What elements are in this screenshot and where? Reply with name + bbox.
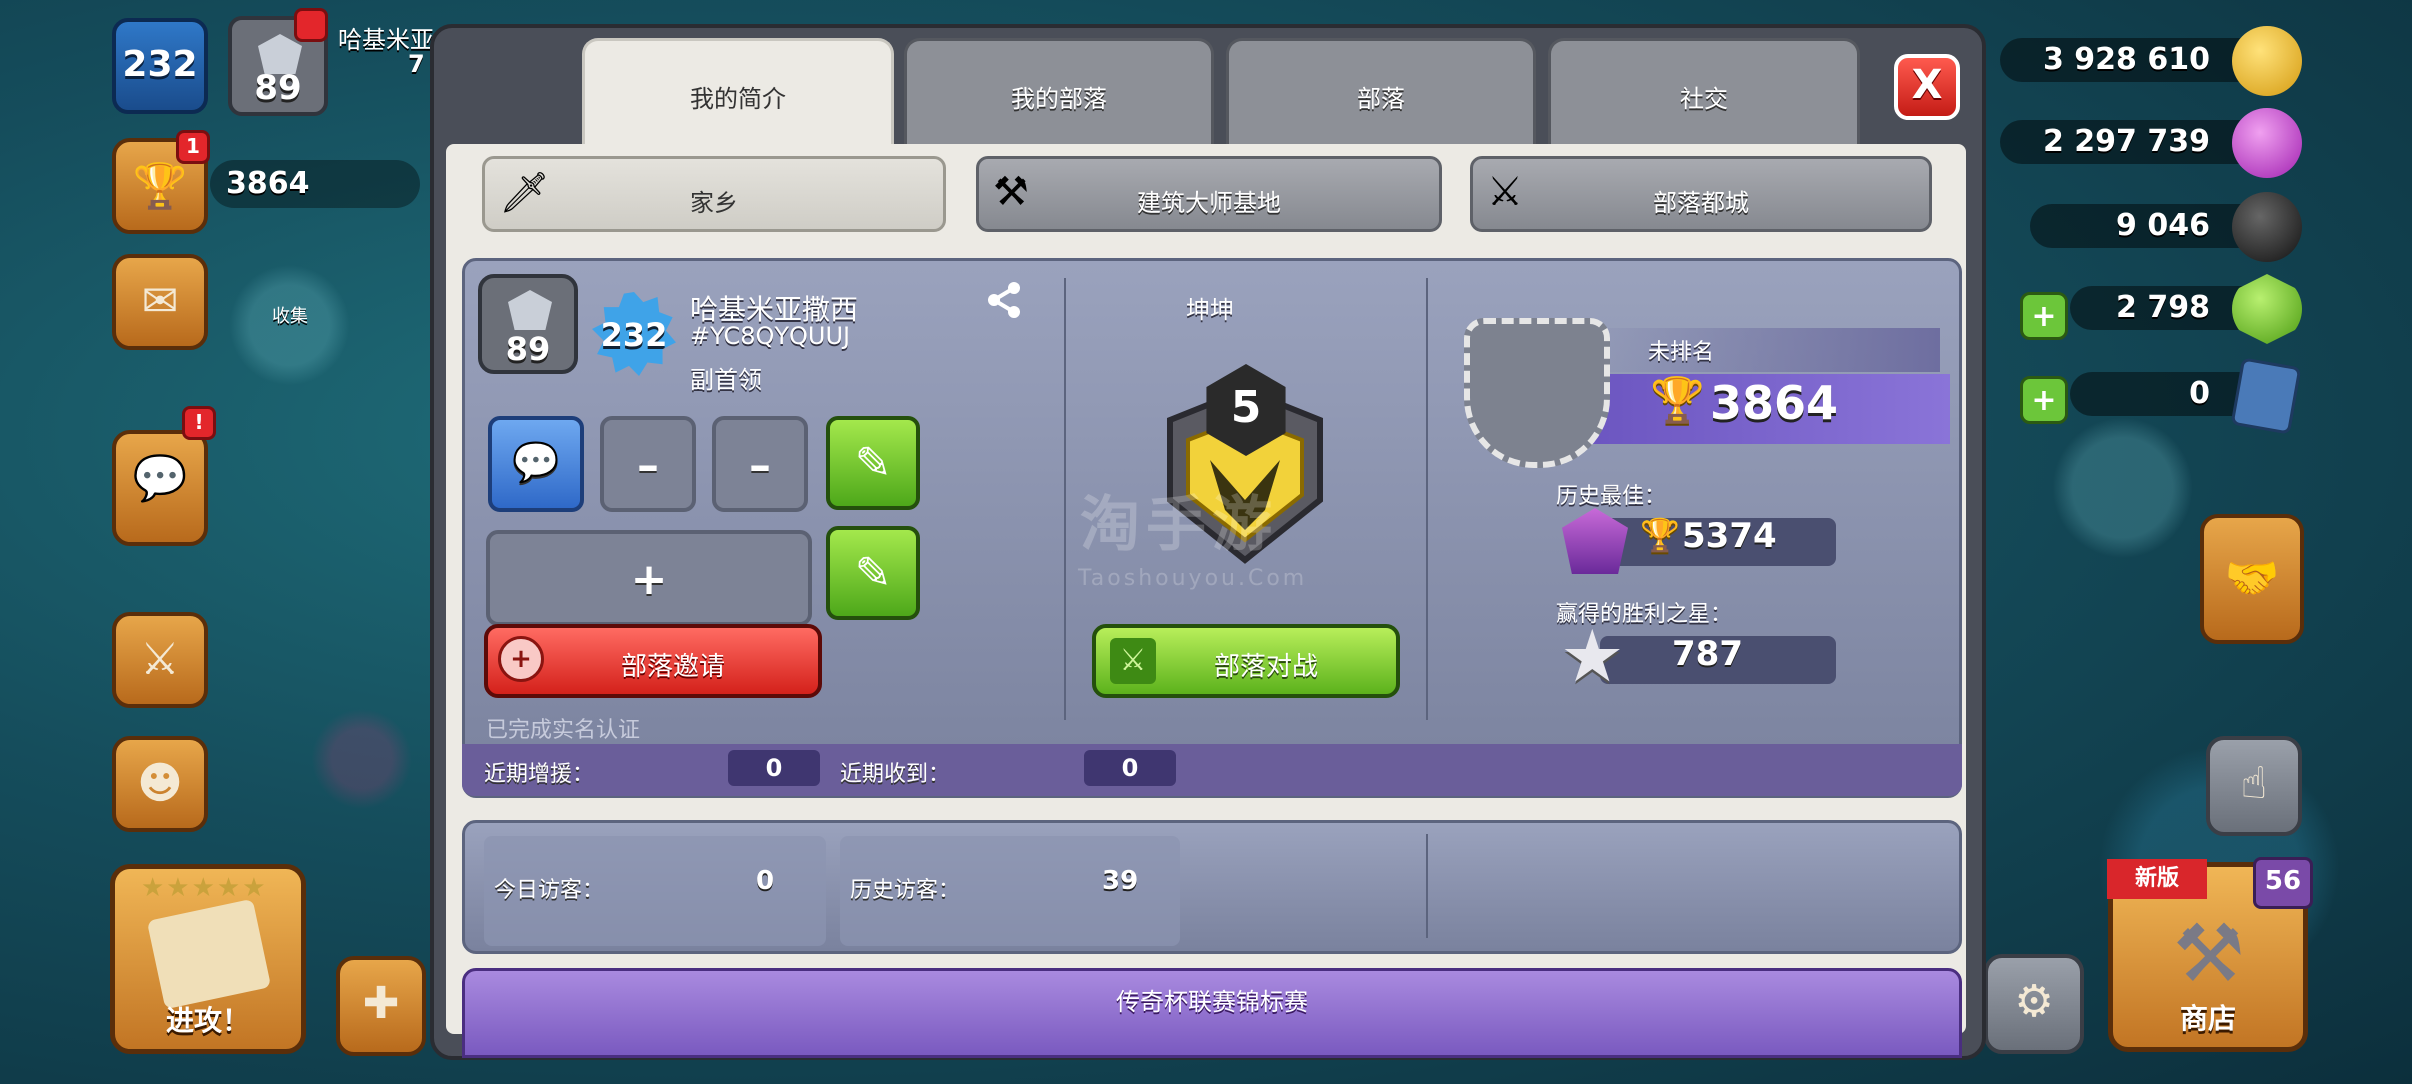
- move-hand-icon: ☝: [2240, 758, 2268, 809]
- verified-text: 已完成实名认证: [486, 718, 641, 743]
- tab-my-clan[interactable]: 我的部落: [904, 38, 1214, 144]
- add-label-slot[interactable]: +: [486, 530, 812, 626]
- clan-war-stats-button[interactable]: ⚔ 部落对战: [1092, 624, 1400, 698]
- history-visitors-label: 历史访客：: [850, 878, 961, 903]
- watermark-url: Taoshouyou.Com: [1078, 566, 1308, 591]
- crossed-swords-icon: ⚔: [140, 634, 180, 685]
- league-level-value: 89: [254, 68, 302, 108]
- treasure-map-icon: [146, 898, 272, 1010]
- shield-plus-icon: ✚: [362, 978, 400, 1029]
- panel-divider: [1064, 278, 1066, 720]
- gold-coin-icon: [2232, 26, 2302, 96]
- player-league-badge[interactable]: 89: [478, 274, 578, 374]
- unranked-bar: [1570, 328, 1940, 372]
- ticket-icon: [2230, 357, 2302, 435]
- history-visitors-value: 39: [1102, 866, 1139, 896]
- chat-bubble-icon: 💬: [512, 440, 560, 484]
- gear-icon: ⚙: [2014, 976, 2054, 1027]
- envelope-icon: ✉: [141, 276, 179, 327]
- received-value: 0: [1084, 750, 1176, 786]
- best-trophies-value: 5374: [1682, 516, 1777, 556]
- elixir-drop-icon: [2232, 108, 2302, 178]
- notification-dot: [294, 8, 328, 42]
- collect-label[interactable]: 收集: [272, 302, 308, 328]
- war-stars-value: 787: [1672, 634, 1743, 674]
- chat-bubble-icon: 💬: [132, 453, 188, 504]
- status-slot-empty[interactable]: –: [712, 416, 808, 512]
- trophy-notification-badge: 1: [176, 130, 210, 164]
- clan-name[interactable]: 坤坤: [1060, 290, 1360, 325]
- shop-label: 商店: [2179, 1002, 2236, 1035]
- trophy-icon: 🏆: [1650, 375, 1705, 426]
- pencil-icon: ✎: [854, 438, 892, 489]
- shop-count-badge: 56: [2253, 857, 2313, 909]
- friends-button[interactable]: 🤝: [2200, 514, 2304, 644]
- pencil-icon: ✎: [854, 548, 892, 599]
- status-slot-chat[interactable]: 💬: [488, 416, 584, 512]
- handshake-icon: 🤝: [2224, 553, 2280, 604]
- trophy-icon: 🏆: [132, 161, 188, 212]
- share-icon[interactable]: [984, 280, 1024, 320]
- league-shield-icon[interactable]: [1464, 318, 1610, 468]
- mail-button[interactable]: ✉: [112, 254, 208, 350]
- settings-button[interactable]: ⚙: [1984, 954, 2084, 1054]
- tab-clans[interactable]: 部落: [1226, 38, 1536, 144]
- trophy-count: 3864: [1710, 376, 1839, 430]
- unranked-label: 未排名: [1648, 340, 1715, 365]
- buy-gems-button[interactable]: +: [2020, 292, 2068, 340]
- best-trophies-label: 历史最佳：: [1556, 484, 1667, 509]
- hammer-icon: ⚒: [2173, 907, 2245, 1000]
- edit-labels-button[interactable]: ✎: [826, 526, 920, 620]
- panel-divider: [1426, 834, 1428, 938]
- close-icon: X: [1911, 62, 1943, 108]
- xp-level-value: 232: [122, 44, 198, 85]
- today-visitors-value: 0: [756, 866, 775, 896]
- panel-divider: [1426, 278, 1428, 720]
- edit-layout-button[interactable]: ☝: [2206, 736, 2302, 836]
- xp-level-badge[interactable]: 232: [112, 18, 208, 114]
- attack-button[interactable]: ★★★★★ 进攻！: [110, 864, 306, 1054]
- subtab-builder-base[interactable]: ⚒ 建筑大师基地: [976, 156, 1442, 232]
- tab-social[interactable]: 社交: [1548, 38, 1860, 144]
- donated-label: 近期增援：: [484, 762, 595, 787]
- shield-button[interactable]: ✚: [336, 956, 426, 1056]
- shop-new-ribbon: 新版: [2107, 859, 2207, 899]
- trophy-counter: 3864: [210, 160, 420, 208]
- player-name-extra: 7: [408, 50, 425, 78]
- edit-status-button[interactable]: ✎: [826, 416, 920, 510]
- attack-label: 进攻！: [165, 1004, 250, 1037]
- tab-my-profile[interactable]: 我的简介: [582, 38, 894, 144]
- dark-elixir-drop-icon: [2232, 192, 2302, 262]
- subtab-clan-capital[interactable]: ⚔ 部落都城: [1470, 156, 1932, 232]
- army-button[interactable]: ☻: [112, 736, 208, 832]
- difficulty-stars-icon: ★★★★★: [141, 873, 268, 903]
- clan-invite-button[interactable]: + 部落邀请: [484, 624, 822, 698]
- clan-war-button[interactable]: ⚔: [112, 612, 208, 708]
- subtab-home-village[interactable]: 🗡 家乡: [482, 156, 946, 232]
- received-label: 近期收到：: [840, 762, 951, 787]
- star-icon: ★: [1560, 614, 1625, 698]
- donated-value: 0: [728, 750, 820, 786]
- legend-league-title: 传奇杯联赛锦标赛: [1116, 988, 1308, 1016]
- buy-tickets-button[interactable]: +: [2020, 376, 2068, 424]
- player-role: 副首领: [690, 366, 762, 394]
- today-visitors-label: 今日访客：: [494, 878, 605, 903]
- chat-notification-badge: !: [182, 406, 216, 440]
- watermark: 淘手游: [1080, 490, 1278, 560]
- status-slot-empty[interactable]: –: [600, 416, 696, 512]
- close-button[interactable]: X: [1894, 54, 1960, 120]
- player-tag[interactable]: #YC8QYQUUJ: [690, 322, 850, 350]
- shop-button[interactable]: 新版 56 ⚒ 商店: [2107, 857, 2313, 1052]
- league-gem-icon: [508, 290, 552, 330]
- barbarian-icon: ☻: [137, 758, 183, 809]
- trophy-icon: 🏆: [1640, 516, 1680, 554]
- recent-donations-bar: [462, 744, 1962, 796]
- chat-button[interactable]: 💬: [112, 430, 208, 546]
